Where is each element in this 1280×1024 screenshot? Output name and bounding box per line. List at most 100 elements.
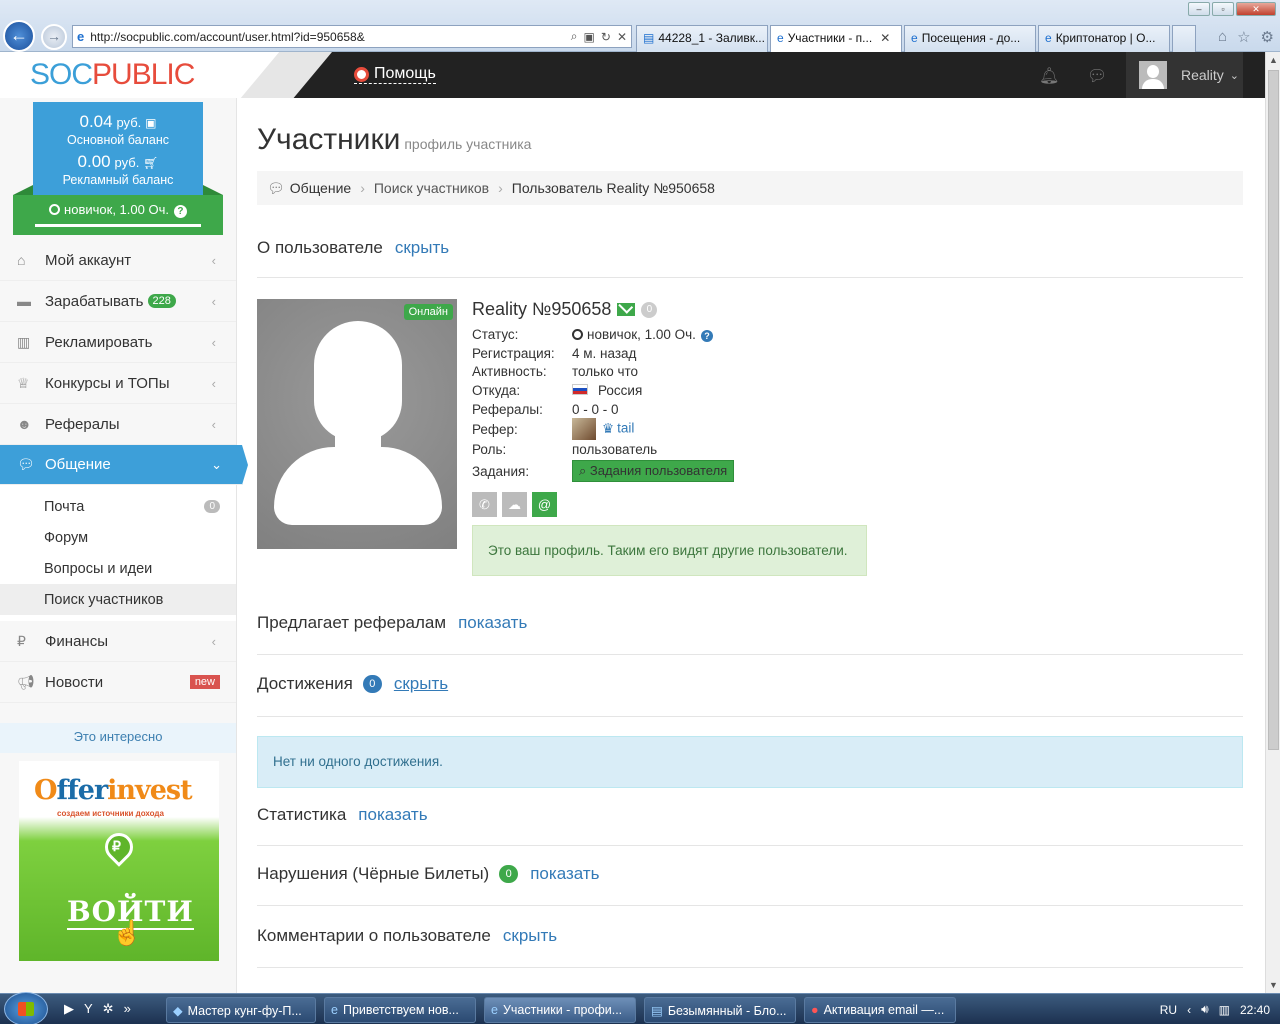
breadcrumb-separator: ›	[360, 180, 365, 196]
cash-icon[interactable]: ▣	[145, 116, 156, 130]
interesting-header: Это интересно	[0, 723, 236, 753]
submenu-item-questions[interactable]: Вопросы и идеи	[0, 553, 236, 584]
breadcrumb-search-users[interactable]: Поиск участников	[374, 180, 489, 196]
url-text[interactable]: http://socpublic.com/account/user.html?i…	[90, 30, 565, 44]
section-title: Предлагает рефералам	[257, 613, 447, 632]
scroll-up-icon[interactable]: ▲	[1269, 55, 1278, 65]
site-header: SOCPUBLIC Помощь 🔔︎ 💬︎ Reality ⌄	[0, 52, 1265, 98]
tasks-label: Задания:	[472, 463, 530, 479]
menu-item-advertise[interactable]: ▥ Рекламировать ‹	[0, 322, 236, 363]
submenu-item-mail[interactable]: Почта 0	[0, 491, 236, 522]
browser-tab-4[interactable]: e Криптонатор | О...	[1038, 25, 1170, 52]
close-window-button[interactable]: ✕	[1236, 2, 1276, 16]
menu-item-communication[interactable]: 💬︎ Общение ⌄	[0, 445, 248, 485]
question-icon[interactable]: ?	[700, 329, 713, 342]
violations-show-link[interactable]: показать	[530, 864, 599, 883]
clock[interactable]: 22:40	[1240, 1003, 1270, 1017]
help-link[interactable]: Помощь	[354, 65, 436, 84]
section-title: Достижения	[257, 674, 353, 693]
yandex-icon[interactable]: Y	[84, 1001, 93, 1017]
volume-icon[interactable]: 🔊︎	[1201, 1002, 1209, 1017]
favorites-icon[interactable]: ☆	[1237, 28, 1250, 46]
menu-item-referrals[interactable]: ☻ Рефералы ‹	[0, 404, 236, 445]
offers-show-link[interactable]: показать	[458, 613, 527, 632]
chevron-left-icon: ‹	[211, 416, 216, 432]
main-balance-amount: 0.04	[79, 112, 113, 131]
achievements-hide-link[interactable]: скрыть	[394, 674, 448, 693]
more-icon[interactable]: »	[124, 1001, 131, 1017]
start-button[interactable]	[4, 992, 48, 1024]
search-icon[interactable]: ⌕	[571, 29, 578, 44]
cart-icon[interactable]: 🛒︎	[143, 156, 158, 170]
megaphone-icon: 📢︎	[17, 673, 35, 690]
menu-item-finance[interactable]: ₽ Финансы ‹	[0, 621, 236, 662]
taskbar-item-1[interactable]: ◆ Мастер кунг-фу-П...	[166, 997, 316, 1023]
maximize-button[interactable]: ▫	[1212, 2, 1234, 16]
crown-icon: ♛	[602, 421, 615, 436]
home-icon[interactable]: ⌂	[1218, 28, 1227, 46]
comments-hide-link[interactable]: скрыть	[503, 926, 557, 945]
user-tasks-label: Задания пользователя	[589, 463, 728, 479]
browser-tab-3[interactable]: e Посещения - до...	[904, 25, 1036, 52]
menu-item-contests[interactable]: ♕ Конкурсы и ТОПы ‹	[0, 363, 236, 404]
bell-icon[interactable]: 🔔︎	[1039, 66, 1059, 86]
email-at-icon[interactable]: @	[532, 492, 557, 518]
back-button[interactable]: ←	[3, 20, 35, 52]
close-tab-icon[interactable]: ✕	[880, 31, 890, 45]
taskbar-item-2[interactable]: e Приветствуем нов...	[324, 997, 476, 1023]
refresh-icon[interactable]: ↻	[601, 30, 611, 44]
breadcrumb-communication[interactable]: Общение	[290, 180, 351, 196]
address-bar[interactable]: e http://socpublic.com/account/user.html…	[72, 25, 632, 48]
media-icon[interactable]: ▶	[64, 1001, 74, 1017]
referer-link[interactable]: tail	[617, 421, 634, 436]
site-logo[interactable]: SOCPUBLIC	[30, 58, 195, 92]
browser-tools: ⌂ ☆ ⚙	[1218, 28, 1274, 46]
menu-label: Мой аккаунт	[45, 251, 132, 269]
submenu-item-search-users[interactable]: Поиск участников	[0, 584, 236, 615]
new-tab-button[interactable]	[1172, 25, 1196, 52]
circle-icon	[572, 328, 583, 340]
chat-icon[interactable]: 💬︎	[1087, 66, 1107, 86]
menu-item-news[interactable]: 📢︎ Новости new	[0, 662, 236, 703]
user-tasks-button[interactable]: ⌕ Задания пользователя	[572, 460, 735, 483]
location-label: Откуда:	[472, 382, 521, 398]
ad-banner-offerinvest[interactable]: Offerinvest создаем источники дохода ₽ В…	[19, 761, 219, 961]
browser-tab-2[interactable]: e Участники - п... ✕	[770, 25, 902, 52]
scrollbar-thumb[interactable]	[1268, 70, 1279, 750]
submenu-label: Вопросы и идеи	[44, 560, 153, 577]
activity-label: Активность:	[472, 364, 547, 380]
submenu-item-forum[interactable]: Форум	[0, 522, 236, 553]
forward-button[interactable]: →	[41, 24, 67, 50]
main-balance-label: Основной баланс	[66, 133, 169, 147]
taskbar-item-3[interactable]: e Участники - профи...	[484, 997, 636, 1023]
logo-soc: SOC	[30, 58, 93, 91]
referer-avatar[interactable]	[572, 418, 596, 441]
ad-balance-label: Рекламный баланс	[62, 173, 174, 187]
network-icon[interactable]: ▥	[1219, 1003, 1230, 1017]
minimize-button[interactable]: –	[1188, 2, 1210, 16]
app-icon: ◆	[173, 1004, 183, 1018]
stats-show-link[interactable]: показать	[358, 805, 427, 824]
taskbar-item-4[interactable]: ▤ Безымянный - Бло...	[644, 997, 796, 1023]
user-menu[interactable]: Reality ⌄	[1126, 52, 1243, 98]
question-icon[interactable]: ?	[173, 205, 187, 218]
taskbar-item-5[interactable]: ● Активация email —...	[804, 997, 956, 1023]
tray-expand-icon[interactable]: ‹	[1187, 1003, 1191, 1017]
about-hide-link[interactable]: скрыть	[395, 238, 449, 257]
envelope-icon[interactable]	[617, 303, 636, 316]
phone-icon[interactable]: ✆	[472, 492, 497, 518]
skype-icon[interactable]: ☁	[502, 492, 527, 518]
gear-icon[interactable]: ⚙	[1261, 28, 1274, 46]
menu-item-my-account[interactable]: ⌂ Мой аккаунт ‹	[0, 240, 236, 281]
stop-icon[interactable]: ✕	[617, 30, 627, 44]
vertical-scrollbar[interactable]: ▲ ▼	[1265, 52, 1280, 993]
users-icon: ☻	[17, 416, 32, 432]
compat-icon[interactable]: ▣	[584, 30, 595, 44]
window-controls: – ▫ ✕	[1188, 2, 1276, 16]
app-icon[interactable]: ✲	[103, 1001, 114, 1017]
browser-chrome: – ▫ ✕ ← → e http://socpublic.com/account…	[0, 0, 1280, 52]
browser-tab-1[interactable]: ▤ 44228_1 - Заливк...	[636, 25, 768, 52]
scroll-down-icon[interactable]: ▼	[1269, 980, 1278, 990]
language-indicator[interactable]: RU	[1160, 1003, 1177, 1017]
menu-item-earn[interactable]: ▬ Зарабатывать 228 ‹	[0, 281, 236, 322]
